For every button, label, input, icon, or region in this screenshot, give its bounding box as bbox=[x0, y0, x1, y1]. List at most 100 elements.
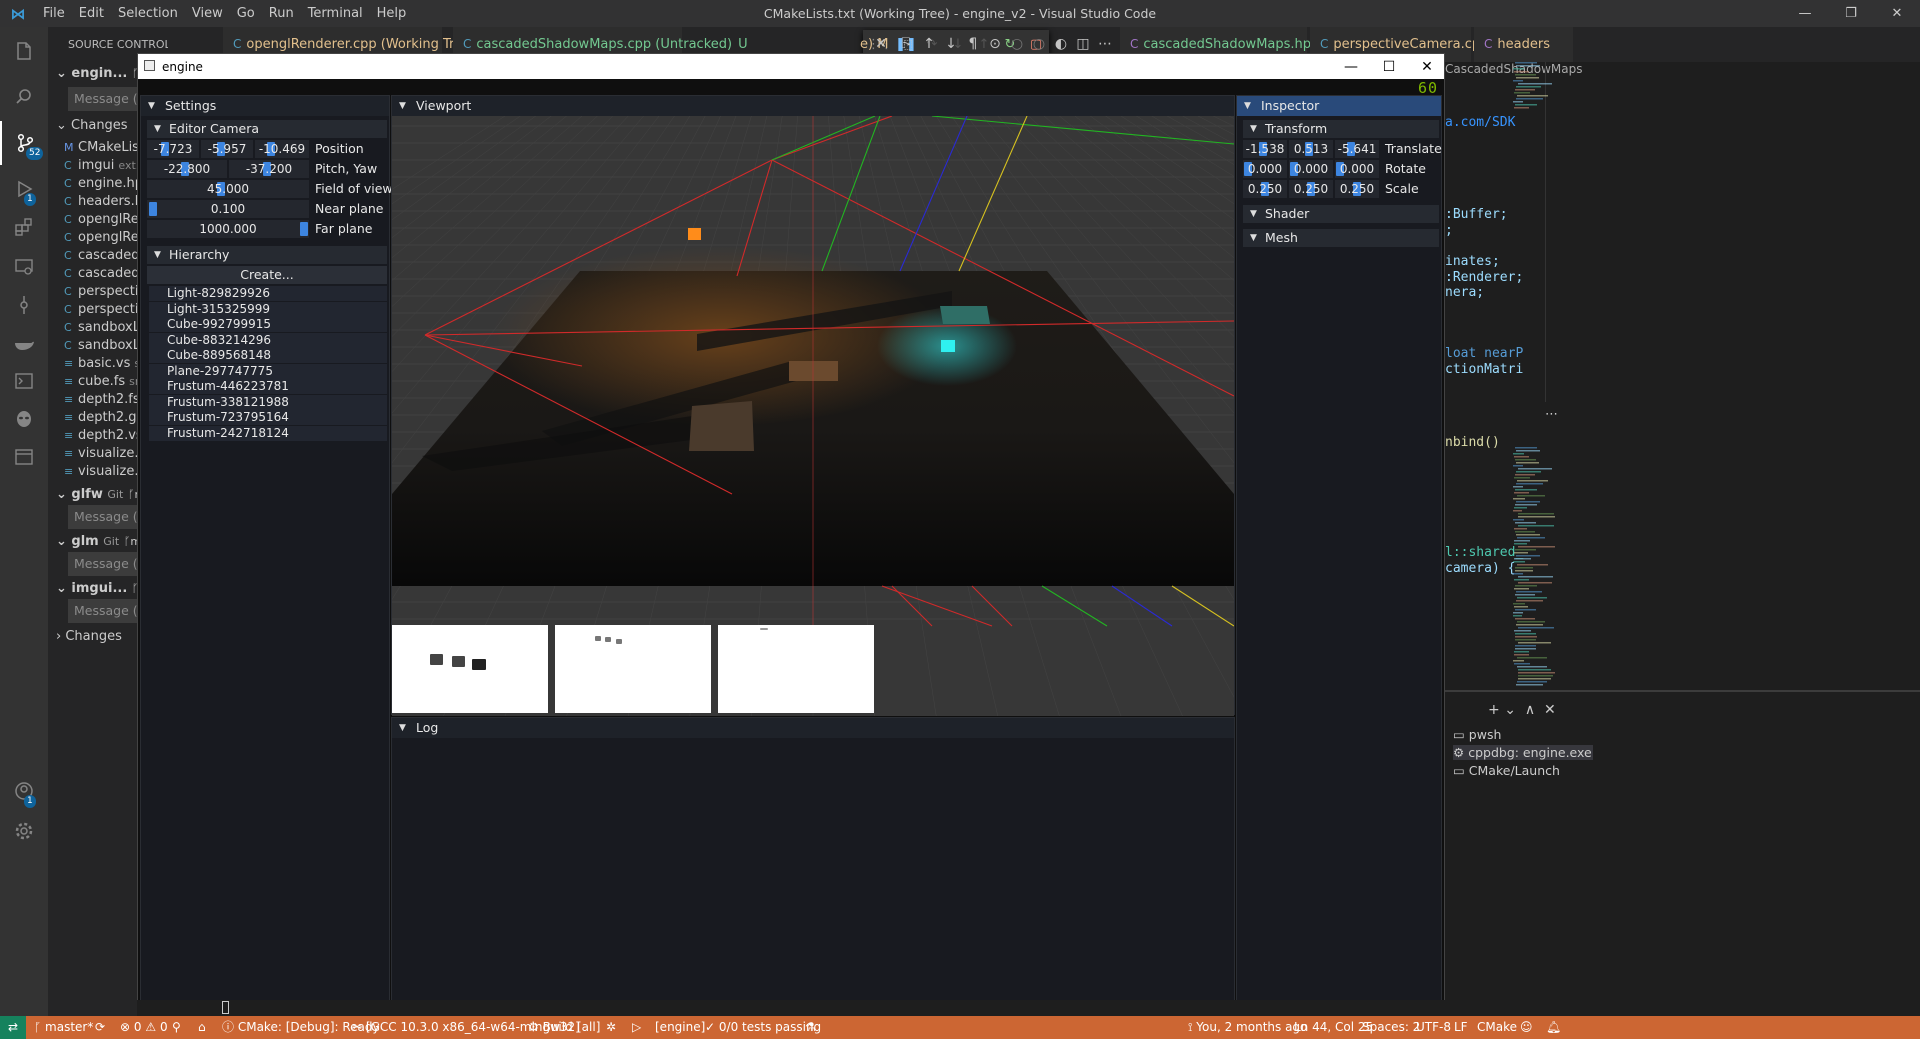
end-of-line[interactable]: LF bbox=[1454, 1016, 1468, 1039]
source-control-icon[interactable]: 52 bbox=[0, 121, 48, 165]
minimap[interactable] bbox=[1511, 62, 1559, 402]
near-plane-field[interactable]: 0.100 bbox=[147, 200, 309, 218]
engine-maximize-icon[interactable]: ☐ bbox=[1370, 54, 1408, 79]
light-orange[interactable] bbox=[688, 228, 701, 240]
hierarchy-item[interactable]: Frustum-446223781 bbox=[149, 379, 387, 394]
settings-gear-icon[interactable] bbox=[0, 809, 48, 853]
menu-terminal[interactable]: Terminal bbox=[301, 0, 370, 27]
terminal-item-cppdbg[interactable]: ⚙ cppdbg: engine.exe bbox=[1453, 745, 1593, 760]
scale-x-field[interactable]: 0.250 bbox=[1243, 180, 1287, 198]
settings-title[interactable]: Settings bbox=[141, 96, 389, 116]
shader-header[interactable]: Shader bbox=[1243, 205, 1439, 223]
hierarchy-item[interactable]: Cube-889568148 bbox=[149, 348, 387, 363]
position-x-field[interactable]: -7.723 bbox=[147, 140, 199, 158]
notifications-icon[interactable]: 🔔︎ bbox=[1546, 1016, 1561, 1039]
terminal-item-pwsh[interactable]: ▭ pwsh bbox=[1453, 727, 1501, 742]
language-mode[interactable]: CMake bbox=[1477, 1016, 1517, 1039]
light-cyan[interactable] bbox=[941, 340, 955, 352]
encoding[interactable]: UTF-8 bbox=[1416, 1016, 1451, 1039]
menu-go[interactable]: Go bbox=[230, 0, 262, 27]
mesh-header[interactable]: Mesh bbox=[1243, 229, 1439, 247]
rotate-z-field[interactable]: 0.000 bbox=[1335, 160, 1379, 178]
menu-selection[interactable]: Selection bbox=[111, 0, 185, 27]
hierarchy-header[interactable]: Hierarchy bbox=[147, 246, 387, 264]
tab-headers[interactable]: Cheaders bbox=[1474, 27, 1574, 62]
branch-indicator[interactable]: ᚵ master* bbox=[34, 1016, 93, 1039]
menu-edit[interactable]: Edit bbox=[72, 0, 111, 27]
terminal-item-cmake[interactable]: ▭ CMake/Launch bbox=[1453, 763, 1560, 778]
cube-dark[interactable] bbox=[689, 401, 754, 451]
hierarchy-item[interactable]: Light-315325999 bbox=[149, 301, 387, 317]
engine-close-icon[interactable]: ✕ bbox=[1408, 54, 1446, 79]
hierarchy-item[interactable]: Cube-883214296 bbox=[149, 332, 387, 348]
home-icon[interactable]: ⌂ bbox=[198, 1016, 206, 1039]
close-icon[interactable]: ✕ bbox=[1874, 0, 1920, 27]
rotate-x-field[interactable]: 0.000 bbox=[1243, 160, 1287, 178]
menu-file[interactable]: File bbox=[36, 0, 72, 27]
layout-icon[interactable] bbox=[0, 435, 48, 479]
cube-brown[interactable] bbox=[789, 361, 838, 381]
build-target[interactable]: [all] bbox=[577, 1016, 600, 1039]
hierarchy-item[interactable]: Cube-992799915 bbox=[149, 317, 387, 332]
chevron-down-icon[interactable]: ⌄ bbox=[1504, 702, 1516, 718]
new-terminal-icon[interactable]: + bbox=[1488, 702, 1500, 718]
problems-indicator[interactable]: ⊗ 0 ⚠ 0 bbox=[120, 1016, 168, 1039]
extensions-icon[interactable] bbox=[0, 205, 48, 249]
restore-icon[interactable]: ❐ bbox=[1828, 0, 1874, 27]
git-blame[interactable]: ⟟ You, 2 months ago bbox=[1188, 1016, 1307, 1039]
menu-view[interactable]: View bbox=[185, 0, 230, 27]
launch-target[interactable]: [engine] bbox=[655, 1016, 705, 1039]
scale-z-field[interactable]: 0.250 bbox=[1335, 180, 1379, 198]
translate-y-field[interactable]: 0.513 bbox=[1289, 140, 1333, 158]
tests-status[interactable]: ✓ 0/0 tests passing bbox=[705, 1016, 821, 1039]
debug-status-icon[interactable]: ⚲ bbox=[172, 1016, 181, 1039]
build-button[interactable]: ⚙ Build bbox=[528, 1016, 573, 1039]
maximize-panel-icon[interactable]: ∧ bbox=[1525, 702, 1535, 718]
hierarchy-item[interactable]: Frustum-338121988 bbox=[149, 394, 387, 410]
rotate-y-field[interactable]: 0.000 bbox=[1289, 160, 1333, 178]
yaw-field[interactable]: -37.200 bbox=[229, 160, 309, 178]
inspector-title[interactable]: Inspector bbox=[1237, 96, 1441, 116]
minimize-icon[interactable]: — bbox=[1782, 0, 1828, 27]
shadow-caster bbox=[616, 639, 622, 644]
run-icon[interactable]: ▷ bbox=[632, 1016, 641, 1039]
hierarchy-item[interactable]: Frustum-723795164 bbox=[149, 410, 387, 425]
minimap-line bbox=[1513, 68, 1524, 70]
position-y-field[interactable]: -5.957 bbox=[201, 140, 253, 158]
minimap-line bbox=[1513, 561, 1525, 563]
scale-y-field[interactable]: 0.250 bbox=[1289, 180, 1333, 198]
feedback-icon[interactable]: ☺ bbox=[1520, 1016, 1533, 1039]
translate-x-field[interactable]: -1.538 bbox=[1243, 140, 1287, 158]
menu-help[interactable]: Help bbox=[370, 0, 414, 27]
explorer-icon[interactable] bbox=[0, 29, 48, 73]
hierarchy-item[interactable]: Plane-297747775 bbox=[149, 363, 387, 379]
terminal-actions: + ⌄ ∧ ✕ bbox=[1488, 702, 1556, 718]
sync-icon[interactable]: ⟳ bbox=[95, 1016, 105, 1039]
viewport-title[interactable]: Viewport bbox=[392, 96, 1234, 116]
far-plane-field[interactable]: 1000.000 bbox=[147, 220, 309, 238]
fov-field[interactable]: 45.000 bbox=[147, 180, 309, 198]
search-icon[interactable] bbox=[0, 75, 48, 119]
hierarchy-item[interactable]: Frustum-242718124 bbox=[149, 425, 387, 441]
panel-more-icon[interactable]: ⋯ bbox=[1545, 407, 1558, 422]
position-z-field[interactable]: -10.469 bbox=[255, 140, 309, 158]
menu-run[interactable]: Run bbox=[262, 0, 301, 27]
editor-camera-header[interactable]: Editor Camera bbox=[147, 120, 387, 138]
engine-minimize-icon[interactable]: — bbox=[1332, 54, 1370, 79]
cube-teal[interactable] bbox=[940, 306, 990, 324]
flask-icon[interactable]: ⚗ bbox=[805, 1016, 816, 1039]
hierarchy-item[interactable]: Light-829829926 bbox=[149, 286, 387, 301]
transform-header[interactable]: Transform bbox=[1243, 120, 1439, 138]
code-line: nera; bbox=[1445, 285, 1485, 300]
translate-z-field[interactable]: -5.641 bbox=[1335, 140, 1379, 158]
remote-icon[interactable]: ⇄ bbox=[0, 1016, 26, 1039]
minimap-2[interactable] bbox=[1511, 447, 1559, 702]
debug-bug-icon[interactable]: ✲ bbox=[606, 1016, 616, 1039]
log-title[interactable]: Log bbox=[392, 718, 1234, 738]
close-panel-icon[interactable]: ✕ bbox=[1544, 702, 1556, 718]
indentation[interactable]: Spaces: 2 bbox=[1362, 1016, 1420, 1039]
create-button[interactable]: Create... bbox=[147, 266, 387, 284]
pitch-field[interactable]: -22.800 bbox=[147, 160, 227, 178]
shadow-map-preview-3 bbox=[718, 625, 874, 713]
accounts-icon[interactable]: 1 bbox=[0, 769, 48, 813]
